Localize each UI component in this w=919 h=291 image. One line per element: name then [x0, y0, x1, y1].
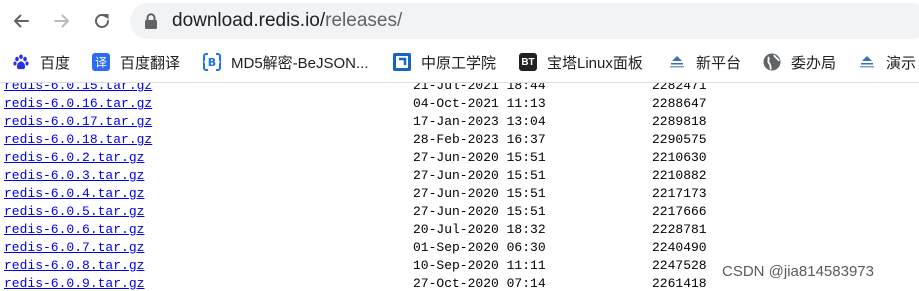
table-row: redis-6.0.5.tar.gz 27-Jun-2020 15:51 221… [0, 203, 919, 221]
translate-icon: 译 [92, 53, 110, 71]
forward-button[interactable] [47, 6, 77, 36]
file-size: 2228781 [652, 222, 707, 237]
table-row: redis-6.0.17.tar.gz 17-Jan-2023 13:04 22… [0, 113, 919, 131]
file-date: 27-Oct-2020 07:14 [413, 276, 546, 291]
file-link[interactable]: redis-6.0.6.tar.gz [4, 221, 144, 239]
bookmark-new-platform[interactable]: 新平台 [668, 42, 741, 82]
school-icon [393, 53, 411, 71]
table-row: redis-6.0.7.tar.gz 01-Sep-2020 06:30 224… [0, 239, 919, 257]
file-link[interactable]: redis-6.0.18.tar.gz [4, 131, 152, 149]
back-button[interactable] [6, 6, 36, 36]
table-row: redis-6.0.15.tar.gz 21-Jul-2021 18:44 22… [0, 83, 919, 95]
svg-text:B: B [208, 56, 216, 69]
file-date: 17-Jan-2023 13:04 [413, 114, 546, 129]
file-size: 2282471 [652, 83, 707, 93]
browser-toolbar: download.redis.io/releases/ [0, 0, 919, 42]
platform-icon [858, 53, 876, 71]
file-link[interactable]: redis-6.0.2.tar.gz [4, 149, 144, 167]
csdn-watermark: CSDN @jia814583973 [722, 263, 874, 280]
table-row: redis-6.0.2.tar.gz 27-Jun-2020 15:51 221… [0, 149, 919, 167]
address-bar[interactable]: download.redis.io/releases/ [130, 3, 919, 39]
bookmark-label: 委办局 [791, 54, 837, 72]
file-size: 2247528 [652, 258, 707, 273]
bookmark-zhongyuan[interactable]: 中原工学院 [393, 42, 496, 82]
file-date: 21-Jul-2021 18:44 [413, 83, 546, 93]
file-date: 10-Sep-2020 11:11 [413, 258, 546, 273]
bt-icon: BT [519, 53, 537, 71]
file-size: 2217173 [652, 186, 707, 201]
url-host: download.redis.io/ [172, 10, 326, 31]
file-date: 27-Jun-2020 15:51 [413, 150, 546, 165]
bookmark-label: 百度 [40, 54, 71, 72]
file-link[interactable]: redis-6.0.9.tar.gz [4, 275, 144, 291]
table-row: redis-6.0.16.tar.gz 04-Oct-2021 11:13 22… [0, 95, 919, 113]
file-size: 2288647 [652, 96, 707, 111]
file-link[interactable]: redis-6.0.5.tar.gz [4, 203, 144, 221]
bejson-icon: B [203, 53, 221, 71]
table-row: redis-6.0.4.tar.gz 27-Jun-2020 15:51 221… [0, 185, 919, 203]
file-date: 04-Oct-2021 11:13 [413, 96, 546, 111]
file-listing: redis-6.0.15.tar.gz 21-Jul-2021 18:44 22… [0, 83, 919, 291]
file-size: 2210630 [652, 150, 707, 165]
reload-icon [95, 14, 109, 28]
table-row: redis-6.0.6.tar.gz 20-Jul-2020 18:32 222… [0, 221, 919, 239]
file-date: 20-Jul-2020 18:32 [413, 222, 546, 237]
file-date: 27-Jun-2020 15:51 [413, 186, 546, 201]
bookmark-baidu[interactable]: 百度 [12, 42, 70, 82]
file-link[interactable]: redis-6.0.16.tar.gz [4, 95, 152, 113]
forward-arrow-icon [54, 14, 69, 28]
file-link[interactable]: redis-6.0.17.tar.gz [4, 113, 152, 131]
bookmark-label: 演示 [886, 54, 917, 72]
file-date: 28-Feb-2023 16:37 [413, 132, 546, 147]
lock-icon [145, 13, 157, 29]
file-link[interactable]: redis-6.0.7.tar.gz [4, 239, 144, 257]
bookmark-weibanju[interactable]: 委办局 [763, 42, 836, 82]
reload-button[interactable] [87, 6, 117, 36]
file-size: 2210882 [652, 168, 707, 183]
globe-icon [763, 53, 781, 71]
bookmark-baidu-translate[interactable]: 译 百度翻译 [92, 42, 180, 82]
bookmark-label: 中原工学院 [421, 54, 497, 72]
bookmark-label: 新平台 [696, 54, 742, 72]
bookmark-bejson[interactable]: B MD5解密-BeJSON... [203, 42, 369, 82]
file-date: 27-Jun-2020 15:51 [413, 204, 546, 219]
bookmarks-bar: 百度 译 百度翻译 B MD5解密-BeJSON... 中原工学院 BT 宝塔L… [0, 42, 919, 83]
bookmark-label: 百度翻译 [120, 54, 181, 72]
file-size: 2289818 [652, 114, 707, 129]
back-arrow-icon [14, 14, 29, 28]
file-link[interactable]: redis-6.0.8.tar.gz [4, 257, 144, 275]
file-date: 01-Sep-2020 06:30 [413, 240, 546, 255]
bookmark-demo[interactable]: 演示 [858, 42, 916, 82]
file-size: 2290575 [652, 132, 707, 147]
file-link[interactable]: redis-6.0.3.tar.gz [4, 167, 144, 185]
svg-text:译: 译 [95, 56, 107, 70]
file-size: 2240490 [652, 240, 707, 255]
bookmark-label: MD5解密-BeJSON... [231, 54, 369, 72]
url-path: releases/ [325, 10, 403, 31]
bookmark-label: 宝塔Linux面板 [547, 54, 643, 72]
platform-icon [668, 53, 686, 71]
url-text: download.redis.io/releases/ [172, 11, 402, 31]
file-date: 27-Jun-2020 15:51 [413, 168, 546, 183]
table-row: redis-6.0.3.tar.gz 27-Jun-2020 15:51 221… [0, 167, 919, 185]
file-size: 2261418 [652, 276, 707, 291]
bookmark-baota[interactable]: BT 宝塔Linux面板 [519, 42, 643, 82]
table-row: redis-6.0.18.tar.gz 28-Feb-2023 16:37 22… [0, 131, 919, 149]
file-link[interactable]: redis-6.0.4.tar.gz [4, 185, 144, 203]
file-size: 2217666 [652, 204, 707, 219]
file-link[interactable]: redis-6.0.15.tar.gz [4, 83, 152, 95]
baidu-paw-icon [12, 53, 30, 71]
